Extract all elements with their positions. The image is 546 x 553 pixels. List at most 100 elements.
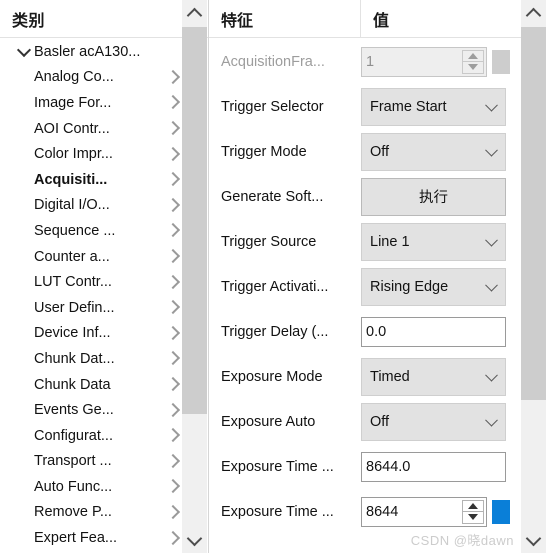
chevron-right-icon[interactable] xyxy=(162,530,184,546)
category-panel: 类别 Basler acA130... Analog Co... Image For… xyxy=(0,0,209,553)
dropdown-selected-value: Timed xyxy=(370,368,410,385)
chevron-right-icon[interactable] xyxy=(162,479,184,494)
chevron-right-icon[interactable] xyxy=(162,376,184,392)
tree-item-label: Sequence ... xyxy=(34,222,116,239)
tree-item[interactable]: Transport ... xyxy=(0,449,184,475)
chevron-down-icon[interactable] xyxy=(14,42,34,59)
feature-value-cell: 8644 xyxy=(361,489,546,534)
triangle-up-icon xyxy=(468,52,478,59)
tree-item[interactable]: Device Inf... xyxy=(0,321,184,347)
category-tree[interactable]: Basler acA130... Analog Co... Image For...… xyxy=(0,39,184,553)
chevron-right-icon[interactable] xyxy=(162,95,184,110)
tree-item[interactable]: Analog Co... xyxy=(0,65,184,91)
tree-item-label: Configurat... xyxy=(34,427,113,444)
feature-name-cell: Trigger Source xyxy=(221,233,317,250)
value-text-input[interactable]: 8644.0 xyxy=(361,451,506,482)
stepper-up-button[interactable] xyxy=(463,501,483,512)
chevron-right-icon[interactable] xyxy=(162,274,184,290)
triangle-down-icon xyxy=(468,514,478,521)
chevron-right-icon[interactable] xyxy=(162,504,184,520)
stepper-value: 1 xyxy=(366,53,375,70)
feature-name-cell: Trigger Delay (... xyxy=(221,323,329,340)
category-scrollbar-thumb[interactable] xyxy=(182,27,207,414)
value-dropdown[interactable]: Timed xyxy=(361,357,506,396)
stepper-down-button[interactable] xyxy=(463,512,483,523)
feature-name-cell: Trigger Activati... xyxy=(221,278,329,295)
tree-item[interactable]: Auto Func... xyxy=(0,474,184,500)
chevron-right-icon[interactable] xyxy=(162,351,184,366)
value-number-stepper[interactable]: 8644 xyxy=(361,496,487,527)
value-dropdown[interactable]: Off xyxy=(361,402,506,441)
chevron-right-icon[interactable] xyxy=(162,325,184,341)
tree-item[interactable]: Acquisiti... xyxy=(0,167,184,193)
category-scrollbar[interactable] xyxy=(182,0,207,553)
feature-name-cell: Trigger Selector xyxy=(221,98,324,115)
tree-item[interactable]: Image For... xyxy=(0,90,184,116)
pylon-feature-browser: 类别 Basler acA130... Analog Co... Image For… xyxy=(0,0,546,553)
value-dropdown[interactable]: Off xyxy=(361,132,506,171)
tree-item[interactable]: Remove P... xyxy=(0,500,184,526)
chevron-right-icon[interactable] xyxy=(162,402,184,418)
chevron-right-icon[interactable] xyxy=(162,172,184,187)
tree-item[interactable]: Digital I/O... xyxy=(0,193,184,219)
stepper-buttons xyxy=(462,49,484,74)
feature-name-cell: Trigger Mode xyxy=(221,143,307,160)
color-indicator-placeholder xyxy=(492,49,510,74)
chevron-down-icon xyxy=(485,413,498,427)
tree-item[interactable]: Configurat... xyxy=(0,423,184,449)
tree-item-label: LUT Contr... xyxy=(34,274,112,291)
tree-item[interactable]: Chunk Dat... xyxy=(0,346,184,372)
feature-row: Trigger Source Line 1 xyxy=(209,219,546,264)
tree-item[interactable]: Chunk Data xyxy=(0,372,184,398)
feature-name-cell: Exposure Mode xyxy=(221,368,323,385)
chevron-right-icon[interactable] xyxy=(162,453,184,469)
feature-value-cell: 执行 xyxy=(361,174,546,219)
value-column-header: 值 xyxy=(361,0,546,37)
value-dropdown[interactable]: Line 1 xyxy=(361,222,506,261)
tree-item[interactable]: Sequence ... xyxy=(0,218,184,244)
chevron-right-icon[interactable] xyxy=(162,428,184,443)
chevron-right-icon[interactable] xyxy=(162,300,184,315)
feature-scroll-up-button[interactable] xyxy=(521,0,546,26)
category-scroll-down-button[interactable] xyxy=(182,527,207,553)
chevron-right-icon[interactable] xyxy=(162,248,184,264)
tree-item[interactable]: User Defin... xyxy=(0,295,184,321)
feature-scroll-down-button[interactable] xyxy=(521,527,546,553)
feature-row: Exposure Time ... 8644.0 xyxy=(209,444,546,489)
feature-value-cell: 0.0 xyxy=(361,309,546,354)
feature-row: Trigger Delay (... 0.0 xyxy=(209,309,546,354)
chevron-up-icon xyxy=(186,7,203,23)
tree-item[interactable]: Events Ge... xyxy=(0,397,184,423)
stepper-down-button xyxy=(463,62,483,73)
tree-item[interactable]: AOI Contr... xyxy=(0,116,184,142)
chevron-down-icon xyxy=(485,278,498,292)
chevron-right-icon[interactable] xyxy=(162,223,184,238)
tree-item[interactable]: Counter a... xyxy=(0,244,184,270)
feature-name-cell: Exposure Time ... xyxy=(221,503,334,520)
chevron-right-icon[interactable] xyxy=(162,146,184,162)
chevron-right-icon[interactable] xyxy=(162,121,184,136)
value-dropdown[interactable]: Frame Start xyxy=(361,87,506,126)
dropdown-selected-value: Rising Edge xyxy=(370,278,449,295)
chevron-right-icon[interactable] xyxy=(162,69,184,85)
execute-button[interactable]: 执行 xyxy=(361,177,506,216)
value-text-input[interactable]: 0.0 xyxy=(361,316,506,347)
feature-row: Trigger Mode Off xyxy=(209,129,546,174)
tree-item[interactable]: Expert Fea... xyxy=(0,525,184,551)
color-indicator-swatch[interactable] xyxy=(492,499,510,524)
feature-name-cell: Exposure Auto xyxy=(221,413,316,430)
triangle-down-icon xyxy=(468,64,478,71)
feature-row: Exposure Time ... 8644 xyxy=(209,489,546,534)
tree-item-label: Basler acA130... xyxy=(34,43,141,60)
tree-item[interactable]: Color Impr... xyxy=(0,141,184,167)
chevron-down-icon xyxy=(485,98,498,112)
value-dropdown[interactable]: Rising Edge xyxy=(361,267,506,306)
tree-item[interactable]: Basler acA130... xyxy=(0,39,184,65)
chevron-right-icon[interactable] xyxy=(162,197,184,213)
feature-grid-scrollbar[interactable] xyxy=(521,0,546,553)
tree-item[interactable]: LUT Contr... xyxy=(0,269,184,295)
tree-item-label: Remove P... xyxy=(34,504,112,521)
tree-item-label: Image For... xyxy=(34,94,112,111)
feature-scrollbar-thumb[interactable] xyxy=(521,27,546,400)
category-scroll-up-button[interactable] xyxy=(182,0,207,26)
